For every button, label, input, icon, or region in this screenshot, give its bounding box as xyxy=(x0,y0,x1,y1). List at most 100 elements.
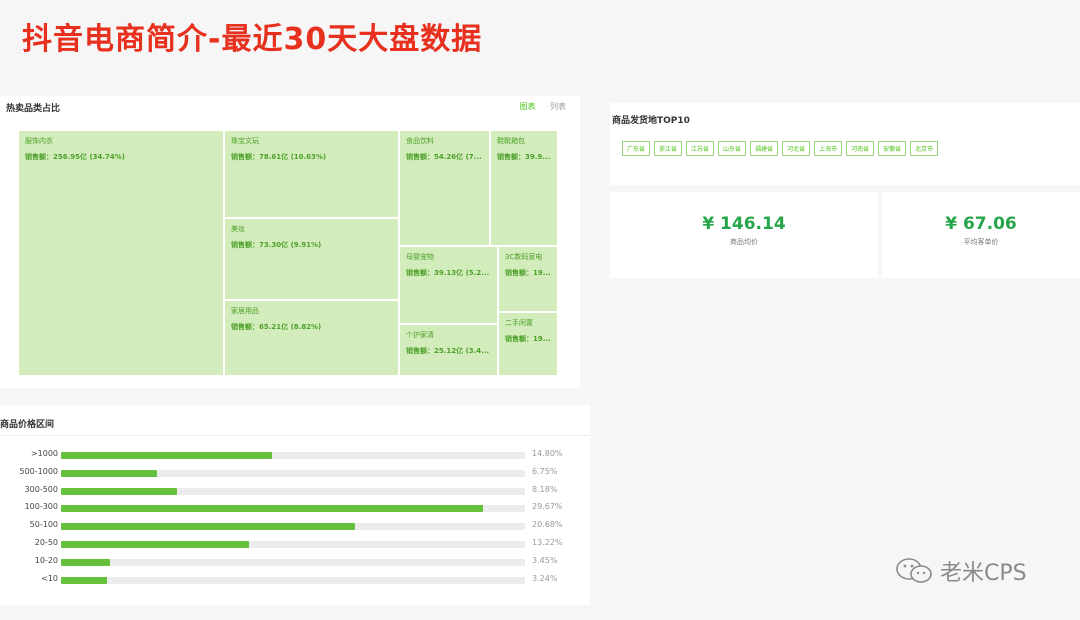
category-share-panel: 热卖品类占比 图表 列表 服饰内衣 销售额：256.95亿 (34.74%) 珠… xyxy=(0,96,580,388)
avg-order-label: 平均客单价 xyxy=(963,238,999,246)
slide-title: 抖音电商简介-最近30天大盘数据 xyxy=(22,22,483,57)
ship-origin-title: 商品发货地TOP10 xyxy=(612,116,690,126)
origin-tag[interactable]: 福建省 xyxy=(750,141,779,156)
origin-tag[interactable]: 河北省 xyxy=(782,141,811,156)
price-range-bar xyxy=(61,523,356,531)
price-range-track xyxy=(61,487,525,495)
price-range-bar xyxy=(61,505,483,513)
cell-value: 销售额：73.30亿 (9.91%) xyxy=(231,241,322,249)
price-range-track xyxy=(61,576,525,584)
cell-value: 销售额：39.9... xyxy=(497,153,551,161)
price-range-percent: 6.75% xyxy=(532,466,558,476)
treemap-cell[interactable]: 鞋靴箱包 销售额：39.9... xyxy=(490,130,558,246)
origin-tag[interactable]: 广东省 xyxy=(622,141,651,156)
price-range-track xyxy=(61,541,525,548)
cell-value: 销售额：19... xyxy=(505,269,551,277)
treemap-cell[interactable]: 3C数码家电 销售额：19... xyxy=(498,246,558,312)
price-range-label: 500-1000 xyxy=(19,466,58,476)
price-range-percent: 13.22% xyxy=(532,538,563,547)
price-range-bar xyxy=(61,487,178,495)
cell-name: 珠宝文玩 xyxy=(231,137,259,145)
treemap-cell[interactable]: 家居用品 销售额：65.21亿 (8.82%) xyxy=(224,300,399,376)
watermark: 老米CPS xyxy=(894,555,1027,587)
price-range-label: 300-500 xyxy=(24,484,58,494)
divider xyxy=(0,435,590,436)
treemap-cell[interactable]: 二手闲置 销售额：19... xyxy=(498,312,558,376)
cell-name: 家居用品 xyxy=(231,307,259,315)
cell-value: 销售额：25.12亿 (3.4... xyxy=(406,347,490,355)
price-range-title: 商品价格区间 xyxy=(0,420,55,430)
price-range-percent: 29.67% xyxy=(532,502,563,512)
price-range-row: 50-100 20.68% xyxy=(0,520,590,532)
price-range-panel: 商品价格区间 >1000 14.80% 500-1000 6.75% 300-500 8.… xyxy=(0,405,590,605)
price-range-label: >1000 xyxy=(30,449,58,458)
origin-tag[interactable]: 山东省 xyxy=(718,141,747,156)
treemap-cell[interactable]: 珠宝文玩 销售额：78.61亿 (10.63%) xyxy=(224,130,399,218)
origin-tag[interactable]: 北京市 xyxy=(910,141,939,156)
tab-chart[interactable]: 图表 xyxy=(519,102,535,111)
price-range-track xyxy=(61,452,525,459)
cell-name: 3C数码家电 xyxy=(505,253,543,261)
price-range-row: 20-50 13.22% xyxy=(0,538,590,550)
cell-name: 鞋靴箱包 xyxy=(497,137,525,145)
cell-name: 个护家清 xyxy=(406,331,434,339)
price-range-label: 50-100 xyxy=(29,520,58,530)
origin-tag[interactable]: 浙江省 xyxy=(654,141,683,156)
category-treemap: 服饰内衣 销售额：256.95亿 (34.74%) 珠宝文玩 销售额：78.61… xyxy=(18,130,558,376)
price-range-label: 20-50 xyxy=(34,538,58,547)
tab-list[interactable]: 列表 xyxy=(550,102,566,111)
avg-price-value: ¥ 146.14 xyxy=(702,214,786,234)
price-range-track xyxy=(61,469,525,477)
price-range-percent: 14.80% xyxy=(532,449,563,458)
cell-name: 服饰内衣 xyxy=(25,137,53,145)
treemap-cell[interactable]: 美妆 销售额：73.30亿 (9.91%) xyxy=(224,218,399,300)
price-range-label: 10-20 xyxy=(34,555,58,565)
treemap-cell[interactable]: 母婴宠物 销售额：39.13亿 (5.2... xyxy=(399,246,498,324)
price-range-percent: 20.68% xyxy=(532,520,563,530)
price-range-bar xyxy=(61,469,157,477)
price-range-row: <10 3.24% xyxy=(0,574,590,586)
cell-name: 二手闲置 xyxy=(505,319,533,327)
cell-value: 销售额：256.95亿 (34.74%) xyxy=(25,153,126,161)
avg-order-value: ¥ 67.06 xyxy=(945,214,1017,234)
price-range-percent: 3.24% xyxy=(532,573,558,583)
price-range-bar xyxy=(61,558,111,566)
cell-value: 销售额：39.13亿 (5.2... xyxy=(406,269,490,277)
price-range-bar xyxy=(61,576,108,584)
price-range-label: <10 xyxy=(41,573,58,583)
price-range-label: 100-300 xyxy=(24,502,58,512)
treemap-cell[interactable]: 个护家清 销售额：25.12亿 (3.4... xyxy=(399,324,498,376)
treemap-cell[interactable]: 服饰内衣 销售额：256.95亿 (34.74%) xyxy=(18,130,224,376)
cell-value: 销售额：54.26亿 (7... xyxy=(406,153,482,161)
treemap-cell[interactable]: 食品饮料 销售额：54.26亿 (7... xyxy=(399,130,490,246)
origin-tag[interactable]: 江苏省 xyxy=(686,141,715,156)
ship-origin-panel: 商品发货地TOP10 广东省 浙江省 江苏省 山东省 福建省 河北省 上海市 河… xyxy=(610,103,1080,185)
origin-tag[interactable]: 上海市 xyxy=(814,141,843,156)
cell-name: 美妆 xyxy=(231,225,245,233)
price-range-bar xyxy=(61,452,272,459)
watermark-text: 老米CPS xyxy=(940,561,1027,586)
origin-tag[interactable]: 河南省 xyxy=(846,141,875,156)
cell-value: 销售额：65.21亿 (8.82%) xyxy=(231,323,322,331)
avg-order-card: ¥ 67.06 平均客单价 xyxy=(882,192,1080,278)
price-range-bar xyxy=(61,541,250,548)
cell-value: 销售额：78.61亿 (10.63%) xyxy=(231,153,327,161)
price-range-track xyxy=(61,505,525,513)
view-tabs: 图表 列表 xyxy=(519,101,566,112)
cell-name: 母婴宠物 xyxy=(406,253,434,261)
price-range-track xyxy=(61,558,525,566)
cell-name: 食品饮料 xyxy=(406,137,434,145)
price-range-row: 10-20 3.45% xyxy=(0,556,590,568)
price-range-row: 300-500 8.18% xyxy=(0,485,590,497)
price-range-row: 100-300 29.67% xyxy=(0,502,590,514)
price-range-percent: 8.18% xyxy=(532,484,558,494)
origin-tag-list: 广东省 浙江省 江苏省 山东省 福建省 河北省 上海市 河南省 安徽省 北京市 xyxy=(622,141,939,156)
wechat-icon xyxy=(896,558,932,583)
origin-tag[interactable]: 安徽省 xyxy=(878,141,907,156)
price-range-percent: 3.45% xyxy=(532,555,558,565)
price-range-row: 500-1000 6.75% xyxy=(0,467,590,479)
price-range-row: >1000 14.80% xyxy=(0,449,590,461)
category-share-title: 热卖品类占比 xyxy=(6,104,61,114)
avg-price-label: 商品均价 xyxy=(730,238,758,246)
price-range-track xyxy=(61,523,525,531)
